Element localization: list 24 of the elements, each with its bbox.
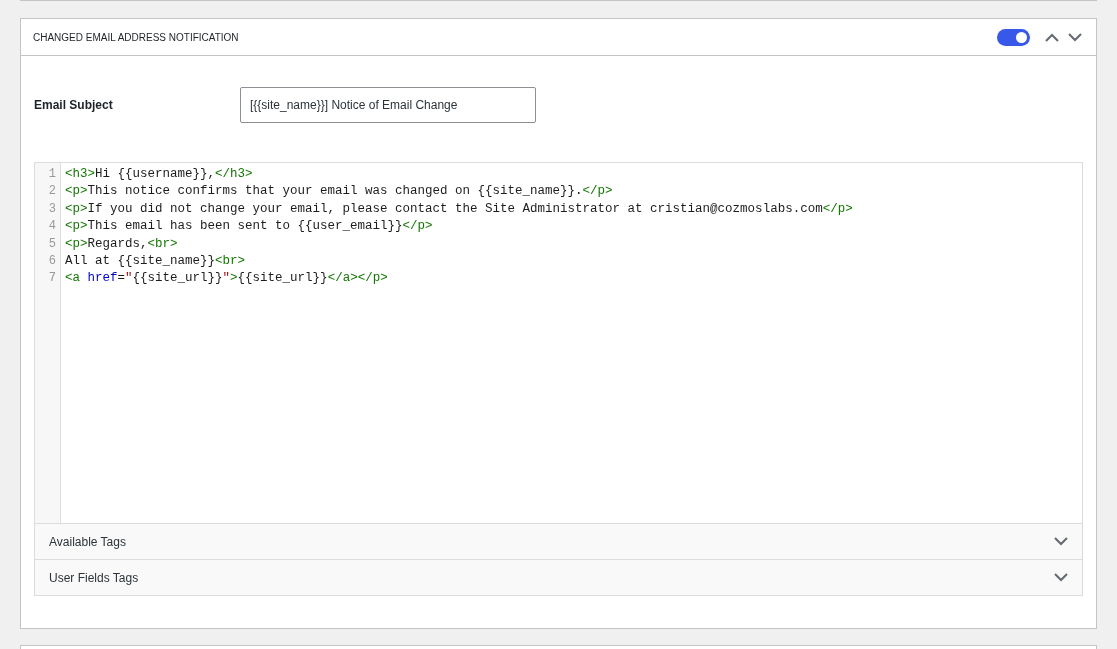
code-line: <h3>Hi {{username}},</h3>	[65, 166, 254, 183]
line-number: 4	[47, 218, 57, 236]
code-line: <p>If you did not change your email, please contact the Site Administrator at cristian@cozmoslabs.com</p>	[65, 200, 854, 218]
chevron-down-icon	[1068, 32, 1082, 42]
line-number: 2	[47, 183, 57, 201]
code-line: <p>This email has been sent to {{user_email}}</p>	[65, 218, 434, 236]
line-number: 6	[47, 252, 57, 270]
chevron-up-icon	[1045, 32, 1059, 42]
accordion-header[interactable]: User Fields Tags	[35, 559, 1082, 595]
line-number: 3	[47, 200, 57, 218]
line-number: 1	[47, 166, 57, 183]
panel-title: CHANGED EMAIL ADDRESS NOTIFICATION	[33, 30, 240, 45]
code-line: <a href="{{site_url}}">{{site_url}}</a></p>	[65, 270, 389, 288]
line-number: 5	[47, 235, 57, 253]
chevron-down-icon	[1054, 573, 1068, 582]
accordion-header[interactable]: Available Tags	[35, 523, 1082, 559]
field-label: Email Subject	[34, 97, 114, 114]
chevron-down-icon	[1054, 537, 1068, 546]
code-line: <p>Regards,<br>	[65, 235, 179, 253]
subject-input[interactable]: [{{site_name}}] Notice of Email Change	[240, 87, 536, 123]
toggle-switch[interactable]	[997, 28, 1030, 46]
code-line: <p>This notice confirms that your email was changed on {{site_name}}.</p>	[65, 183, 614, 201]
code-line: All at {{site_name}}<br>	[65, 252, 247, 270]
line-number: 7	[47, 270, 57, 288]
